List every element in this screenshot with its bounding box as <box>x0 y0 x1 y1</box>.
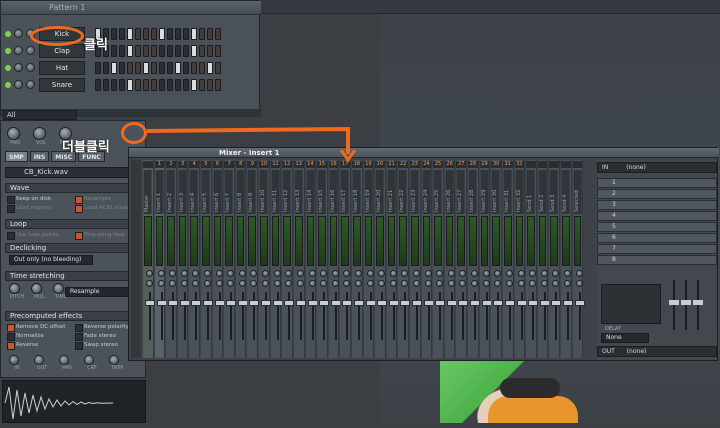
arrow-overlay <box>146 126 357 163</box>
arrow-line <box>146 126 350 154</box>
